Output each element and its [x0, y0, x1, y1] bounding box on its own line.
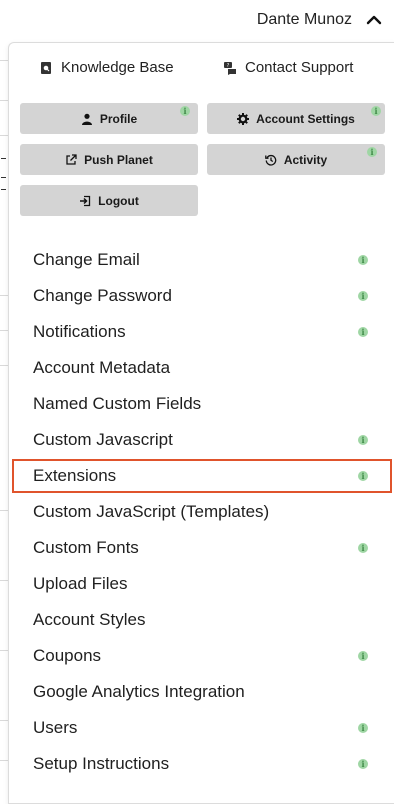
menu-item-setup-instructions[interactable]: Setup Instructions i	[9, 747, 394, 781]
background-line	[1, 158, 6, 159]
knowledge-base-link[interactable]: Knowledge Base	[39, 59, 174, 76]
profile-button[interactable]: Profile i	[20, 103, 198, 134]
menu-item-label: Users	[33, 718, 78, 737]
book-icon	[41, 61, 51, 74]
menu-item-users[interactable]: Users i	[9, 711, 394, 745]
knowledge-base-label: Knowledge Base	[61, 59, 174, 76]
background-line	[0, 760, 8, 761]
menu-item-extensions[interactable]: Extensions i	[12, 459, 392, 493]
menu-item-label: Account Metadata	[33, 358, 171, 377]
activity-button-label: Activity	[283, 152, 328, 167]
menu-item-change-password[interactable]: Change Password i	[9, 279, 394, 313]
contact-support-label: Contact Support	[245, 59, 354, 76]
user-icon	[81, 113, 92, 125]
info-badge-icon[interactable]: i	[358, 327, 368, 337]
logout-button-label: Logout	[98, 193, 139, 208]
background-line	[0, 720, 8, 721]
user-menu-toggle[interactable]: Dante Munoz	[257, 6, 384, 34]
background-line	[0, 365, 8, 366]
menu-item-custom-fonts[interactable]: Custom Fonts i	[9, 531, 394, 565]
menu-item-label: Change Password	[33, 286, 172, 305]
background-page-edge	[0, 40, 8, 789]
background-line	[1, 177, 6, 178]
quick-links: Knowledge Base ? Contact Support	[9, 59, 394, 81]
background-line	[0, 100, 8, 101]
menu-item-label: Google Analytics Integration	[33, 682, 245, 701]
account-settings-button-label: Account Settings	[256, 111, 355, 126]
profile-button-label: Profile	[99, 111, 138, 126]
menu-item-label: Extensions	[33, 466, 117, 485]
menu-item-custom-javascript[interactable]: Custom Javascript i	[9, 423, 394, 457]
support-chat-icon: ?	[224, 61, 236, 75]
push-planet-button[interactable]: Push Planet	[20, 144, 198, 175]
info-badge-icon[interactable]: i	[358, 471, 368, 481]
info-badge-icon[interactable]: i	[358, 255, 368, 265]
info-badge-icon[interactable]: i	[358, 723, 368, 733]
menu-item-label: Setup Instructions	[33, 754, 170, 773]
activity-button[interactable]: Activity i	[207, 144, 385, 175]
gear-icon	[237, 112, 250, 125]
menu-item-google-analytics-integration[interactable]: Google Analytics Integration	[9, 675, 394, 709]
menu-item-custom-javascript-templates[interactable]: Custom JavaScript (Templates)	[9, 495, 394, 529]
contact-support-link[interactable]: ? Contact Support	[223, 59, 353, 76]
menu-item-label: Notifications	[33, 322, 126, 341]
menu-item-label: Custom Javascript	[33, 430, 173, 449]
info-badge-icon[interactable]: i	[367, 147, 377, 157]
background-line	[0, 330, 8, 331]
push-planet-button-label: Push Planet	[84, 152, 153, 167]
menu-item-coupons[interactable]: Coupons i	[9, 639, 394, 673]
logout-button[interactable]: Logout	[20, 185, 198, 216]
menu-item-account-metadata[interactable]: Account Metadata	[9, 351, 394, 385]
history-icon	[264, 154, 277, 166]
menu-item-label: Account Styles	[33, 610, 146, 629]
background-line	[0, 295, 8, 296]
menu-item-label: Change Email	[33, 250, 140, 269]
menu-item-upload-files[interactable]: Upload Files	[9, 567, 394, 601]
info-badge-icon[interactable]: i	[358, 435, 368, 445]
background-line	[0, 650, 8, 651]
chevron-up-icon	[366, 15, 382, 25]
user-name: Dante Munoz	[256, 11, 352, 28]
info-badge-icon[interactable]: i	[358, 759, 368, 769]
menu-item-label: Custom JavaScript (Templates)	[33, 502, 270, 521]
background-line	[1, 189, 6, 190]
background-line	[0, 580, 8, 581]
info-badge-icon[interactable]: i	[358, 651, 368, 661]
menu-item-label: Named Custom Fields	[33, 394, 202, 413]
info-badge-icon[interactable]: i	[358, 543, 368, 553]
logout-icon	[80, 195, 91, 206]
menu-item-label: Upload Files	[33, 574, 128, 593]
menu-item-account-styles[interactable]: Account Styles	[9, 603, 394, 637]
menu-item-change-email[interactable]: Change Email i	[9, 243, 394, 277]
menu-item-notifications[interactable]: Notifications i	[9, 315, 394, 349]
info-badge-icon[interactable]: i	[180, 106, 190, 116]
account-settings-button[interactable]: Account Settings i	[207, 103, 385, 134]
info-badge-icon[interactable]: i	[358, 291, 368, 301]
external-link-icon	[66, 153, 77, 165]
menu-item-label: Custom Fonts	[33, 538, 139, 557]
svg-text:?: ?	[227, 63, 230, 69]
background-line	[0, 510, 8, 511]
menu-item-label: Coupons	[33, 646, 102, 665]
menu-item-named-custom-fields[interactable]: Named Custom Fields	[9, 387, 394, 421]
account-dropdown-menu: Knowledge Base ? Contact Support Profile…	[8, 42, 394, 804]
info-badge-icon[interactable]: i	[371, 106, 381, 116]
background-line	[0, 135, 8, 136]
background-line	[0, 60, 8, 61]
